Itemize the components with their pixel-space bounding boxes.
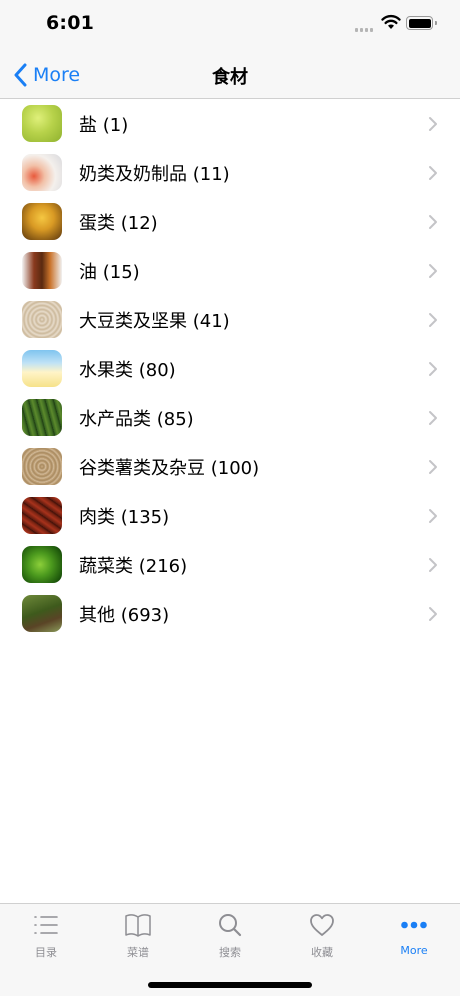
chevron-right-icon: [429, 264, 437, 278]
more-icon: [401, 921, 427, 929]
heart-icon: [310, 914, 334, 936]
chevron-right-icon: [429, 117, 437, 131]
list-item-label: 奶类及奶制品 (11): [79, 164, 230, 185]
list-item-label: 盐 (1): [79, 115, 129, 136]
cellular-signal-icon: [355, 26, 375, 32]
battery-icon: [406, 16, 437, 30]
back-button[interactable]: More: [12, 61, 80, 89]
chevron-right-icon: [429, 362, 437, 376]
wifi-icon: [381, 14, 401, 29]
chevron-right-icon: [429, 166, 437, 180]
list-item[interactable]: 大豆类及坚果 (41): [0, 295, 460, 344]
chevron-right-icon: [429, 215, 437, 229]
chevron-right-icon: [429, 460, 437, 474]
other-thumbnail: [22, 595, 62, 632]
fruit-thumbnail: [22, 350, 62, 387]
list-item[interactable]: 肉类 (135): [0, 491, 460, 540]
chevron-right-icon: [429, 607, 437, 621]
list-item[interactable]: 水果类 (80): [0, 344, 460, 393]
meat-thumbnail: [22, 497, 62, 534]
tab-favorites[interactable]: 收藏: [276, 904, 368, 964]
list-item-label: 水果类 (80): [79, 360, 176, 381]
grain-thumbnail: [22, 448, 62, 485]
tab-label: More: [400, 944, 428, 957]
category-list: 盐 (1) 奶类及奶制品 (11) 蛋类 (12) 油 (15) 大豆类及坚果 …: [0, 99, 460, 638]
chevron-right-icon: [429, 313, 437, 327]
list-item-label: 油 (15): [79, 262, 140, 283]
seafood-thumbnail: [22, 399, 62, 436]
list-item-label: 蔬菜类 (216): [79, 556, 188, 577]
oil-thumbnail: [22, 252, 62, 289]
vegetable-thumbnail: [22, 546, 62, 583]
list-item-label: 水产品类 (85): [79, 409, 194, 430]
list-item[interactable]: 蔬菜类 (216): [0, 540, 460, 589]
chevron-right-icon: [429, 509, 437, 523]
navigation-bar: More 食材: [0, 50, 460, 99]
list-item[interactable]: 蛋类 (12): [0, 197, 460, 246]
list-item-label: 谷类薯类及杂豆 (100): [79, 458, 260, 479]
salt-thumbnail: [22, 105, 62, 142]
chevron-right-icon: [429, 558, 437, 572]
dairy-thumbnail: [22, 154, 62, 191]
status-time: 6:01: [46, 12, 95, 34]
tab-more[interactable]: More: [368, 904, 460, 964]
book-icon: [125, 914, 151, 937]
tab-catalog[interactable]: 目录: [0, 904, 92, 964]
tab-label: 菜谱: [127, 946, 149, 959]
list-item[interactable]: 奶类及奶制品 (11): [0, 148, 460, 197]
tab-label: 搜索: [219, 946, 241, 959]
tab-search[interactable]: 搜索: [184, 904, 276, 964]
home-indicator: [148, 982, 312, 988]
chevron-right-icon: [429, 411, 437, 425]
list-item-label: 其他 (693): [79, 605, 170, 626]
tab-recipes[interactable]: 菜谱: [92, 904, 184, 964]
chevron-left-icon: [14, 63, 27, 87]
search-icon: [219, 914, 242, 937]
list-item[interactable]: 其他 (693): [0, 589, 460, 638]
back-label: More: [33, 64, 81, 86]
soy-nuts-thumbnail: [22, 301, 62, 338]
list-item-label: 蛋类 (12): [79, 213, 158, 234]
status-bar: 6:01: [0, 0, 460, 50]
tab-label: 目录: [35, 946, 57, 959]
list-item[interactable]: 盐 (1): [0, 99, 460, 148]
list-icon: [34, 916, 58, 934]
tab-bar: 目录 菜谱 搜索 收藏 More: [0, 903, 460, 996]
tab-label: 收藏: [311, 946, 333, 959]
list-item[interactable]: 水产品类 (85): [0, 393, 460, 442]
list-item-label: 肉类 (135): [79, 507, 170, 528]
list-item[interactable]: 油 (15): [0, 246, 460, 295]
egg-thumbnail: [22, 203, 62, 240]
list-item[interactable]: 谷类薯类及杂豆 (100): [0, 442, 460, 491]
list-item-label: 大豆类及坚果 (41): [79, 311, 230, 332]
